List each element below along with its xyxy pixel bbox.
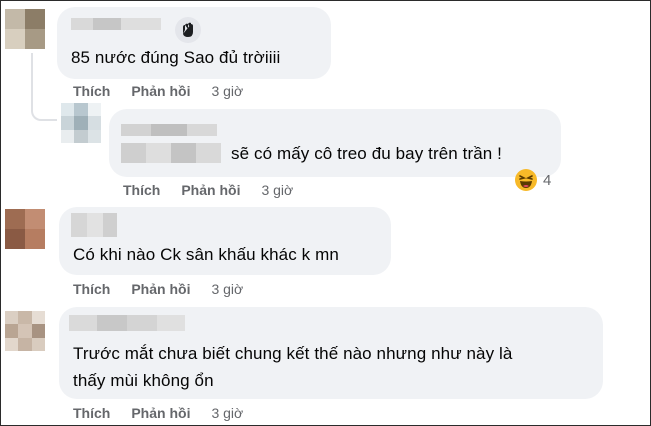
reaction-count: 4 xyxy=(543,171,552,189)
avatar[interactable] xyxy=(5,311,45,351)
timestamp[interactable]: 3 giờ xyxy=(211,405,243,421)
comment-bubble: 85 nước đúng Sao đủ trờiiii xyxy=(57,7,331,79)
comment-bubble: Trước mắt chưa biết chung kết thế nào nh… xyxy=(59,307,603,399)
blurred-username xyxy=(69,315,185,331)
comment-actions: Thích Phản hồi 3 giờ xyxy=(73,405,243,421)
thread-connector xyxy=(31,53,57,121)
reply-button[interactable]: Phản hồi xyxy=(131,405,190,421)
comment-actions: Thích Phản hồi 3 giờ xyxy=(123,182,293,198)
comment-text-line-2: thấy mùi không ổn xyxy=(73,371,214,390)
like-button[interactable]: Thích xyxy=(73,83,110,99)
timestamp[interactable]: 3 giờ xyxy=(211,281,243,297)
blurred-mention xyxy=(121,143,221,163)
blurred-username xyxy=(121,124,217,136)
avatar[interactable] xyxy=(5,209,45,249)
avatar[interactable] xyxy=(61,103,101,143)
reply-button[interactable]: Phản hồi xyxy=(131,83,190,99)
comment-text: Có khi nào Ck sân khấu khác k mn xyxy=(73,245,339,264)
like-button[interactable]: Thích xyxy=(73,405,110,421)
laughing-face-icon xyxy=(515,169,537,191)
comment-text: sẽ có mấy cô treo đu bay trên trần ! xyxy=(231,144,503,163)
reaction-summary[interactable]: 4 xyxy=(515,169,551,191)
like-button[interactable]: Thích xyxy=(73,281,110,297)
blurred-username xyxy=(71,18,161,30)
comment-text: 85 nước đúng Sao đủ trờiiii xyxy=(71,48,281,67)
comment-actions: Thích Phản hồi 3 giờ xyxy=(73,281,243,297)
comment-bubble: sẽ có mấy cô treo đu bay trên trần ! xyxy=(109,109,561,177)
timestamp[interactable]: 3 giờ xyxy=(211,83,243,99)
blurred-username xyxy=(71,213,117,237)
like-button[interactable]: Thích xyxy=(123,182,160,198)
comment-bubble: Có khi nào Ck sân khấu khác k mn xyxy=(59,207,391,275)
reply-button[interactable]: Phản hồi xyxy=(181,182,240,198)
timestamp[interactable]: 3 giờ xyxy=(261,182,293,198)
comment-text-line-1: Trước mắt chưa biết chung kết thế nào nh… xyxy=(73,344,513,363)
avatar[interactable] xyxy=(5,9,45,49)
badge-icon xyxy=(175,17,201,43)
comment-actions: Thích Phản hồi 3 giờ xyxy=(73,83,243,99)
reply-button[interactable]: Phản hồi xyxy=(131,281,190,297)
